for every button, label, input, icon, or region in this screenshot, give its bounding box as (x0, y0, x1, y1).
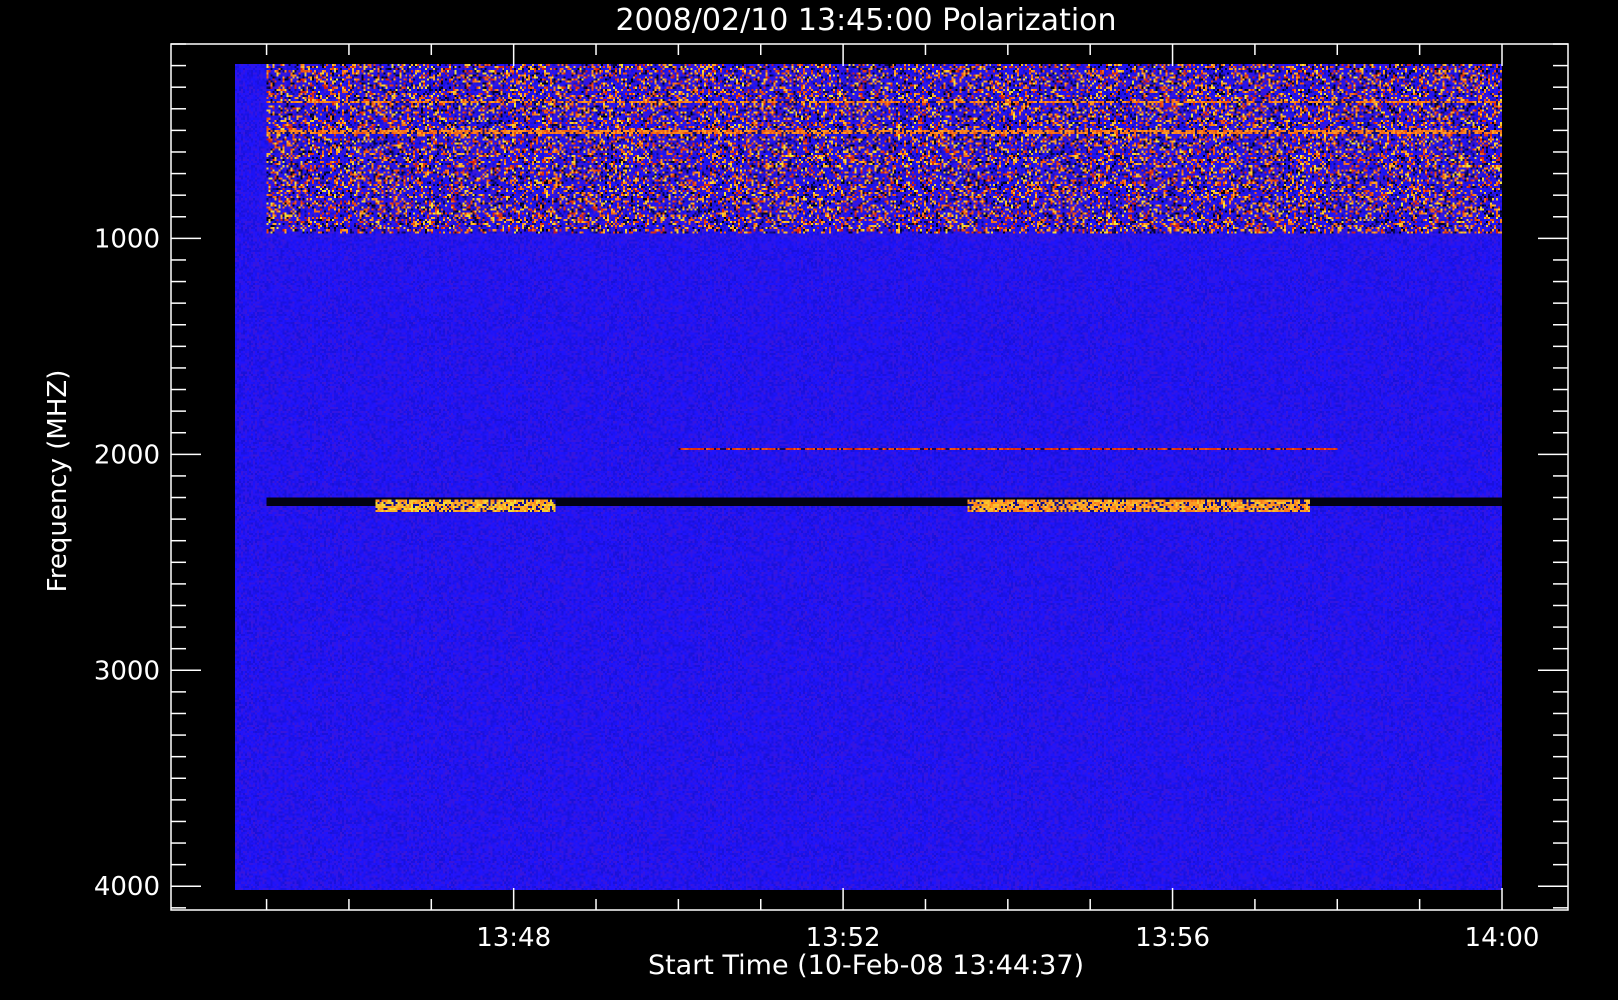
y-tick-label: 1000 (94, 224, 160, 254)
y-axis-label: Frequency (MHZ) (43, 370, 73, 593)
y-tick-label: 4000 (94, 872, 160, 902)
plot-frame (170, 43, 1569, 911)
y-tick-labels: 1000 2000 3000 4000 (94, 224, 160, 902)
y-tick-label: 3000 (94, 656, 160, 686)
chart-title: 2008/02/10 13:45:00 Polarization (615, 3, 1116, 38)
x-tick-label: 13:48 (476, 923, 551, 953)
axis-ticks (171, 43, 1568, 910)
x-tick-label: 13:56 (1135, 923, 1210, 953)
x-tick-label: 13:52 (806, 923, 881, 953)
y-tick-label: 2000 (94, 440, 160, 470)
x-tick-label: 14:00 (1465, 923, 1540, 953)
chart: 2008/02/10 13:45:00 Polarization 13:48 13… (43, 3, 1569, 981)
x-axis-label: Start Time (10-Feb-08 13:44:37) (648, 950, 1084, 981)
x-tick-labels: 13:48 13:52 13:56 14:00 (476, 923, 1539, 953)
